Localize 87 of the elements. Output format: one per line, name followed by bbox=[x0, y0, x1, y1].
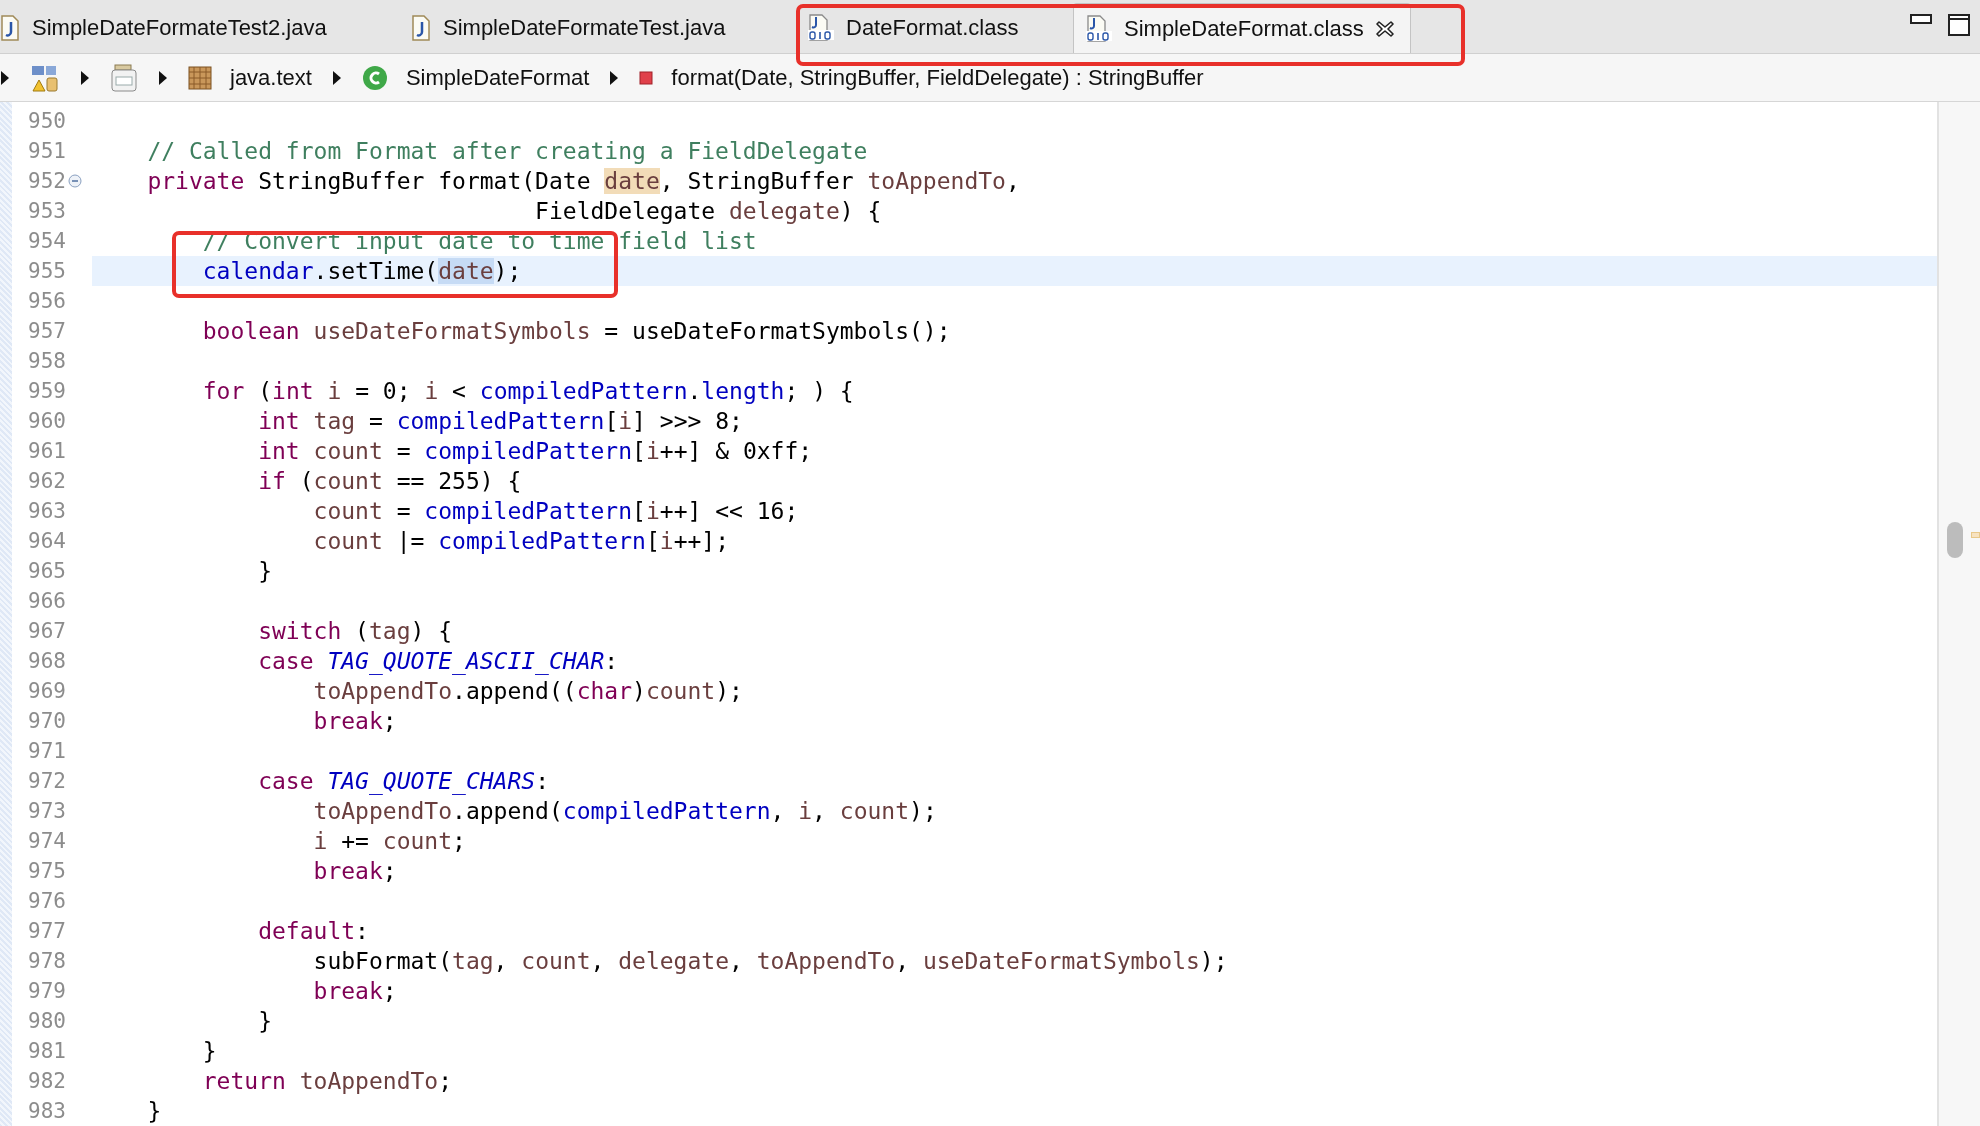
line-number: 979 bbox=[27, 979, 66, 1003]
code-line: count |= compiledPattern[i++]; bbox=[312, 528, 729, 554]
editor-tab[interactable]: DateFormat.class bbox=[790, 3, 1073, 53]
scrollbar-thumb[interactable] bbox=[1947, 522, 1963, 558]
line-number: 978 bbox=[27, 949, 66, 973]
code-line: } bbox=[146, 1098, 162, 1124]
line-number: 977 bbox=[27, 919, 66, 943]
line-number: 955 bbox=[27, 259, 66, 283]
code-line: subFormat(tag, count, delegate, toAppendTo, useDateFormatSymbols); bbox=[312, 948, 1228, 974]
code-line: calendar.setTime(date); bbox=[201, 258, 522, 284]
breadcrumb-item[interactable]: format(Date, StringBuffer, FieldDelegate) : StringBuffer bbox=[671, 64, 1204, 91]
package-icon[interactable] bbox=[188, 65, 212, 90]
code-line: break; bbox=[312, 858, 397, 884]
line-number: 958 bbox=[27, 349, 66, 373]
line-number: 980 bbox=[27, 1009, 66, 1033]
code-line: toAppendTo.append(compiledPattern, i, count); bbox=[312, 798, 937, 824]
code-line: case TAG_QUOTE_ASCII_CHAR: bbox=[257, 648, 619, 674]
line-number: 968 bbox=[27, 649, 66, 673]
line-number: 953 bbox=[27, 199, 66, 223]
line-number: 967 bbox=[27, 619, 66, 643]
line-number: 960 bbox=[27, 409, 66, 433]
class-file-icon bbox=[806, 14, 834, 42]
chevron-right-icon bbox=[80, 69, 90, 86]
editor-tab[interactable]: SimpleDateFormateTest.java bbox=[395, 3, 790, 53]
code-line: } bbox=[201, 1038, 217, 1064]
code-line: // Called from Format after creating a FieldDelegate bbox=[146, 138, 868, 164]
line-number: 981 bbox=[27, 1039, 66, 1063]
line-number: 976 bbox=[27, 889, 66, 913]
class-icon[interactable] bbox=[361, 64, 388, 91]
code-line: toAppendTo.append((char)count); bbox=[312, 678, 743, 704]
line-number: 963 bbox=[27, 499, 66, 523]
code-line: private StringBuffer format(Date date, StringBuffer toAppendTo, bbox=[146, 168, 1020, 194]
chevron-right-icon bbox=[0, 69, 10, 86]
code-line: if (count == 255) { bbox=[257, 468, 522, 494]
editor-tab[interactable]: SimpleDateFormat.class bbox=[1073, 3, 1411, 53]
maximize-icon[interactable] bbox=[1948, 14, 1970, 36]
line-number: 950 bbox=[27, 109, 66, 133]
code-line: int count = compiledPattern[i++] & 0xff; bbox=[257, 438, 813, 464]
java-file-icon bbox=[0, 15, 20, 41]
code-line: break; bbox=[312, 978, 397, 1004]
line-number: 972 bbox=[27, 769, 66, 793]
code-line: } bbox=[257, 1008, 272, 1034]
chevron-right-icon bbox=[609, 69, 620, 86]
line-number: 952 bbox=[27, 169, 66, 193]
line-number: 969 bbox=[27, 679, 66, 703]
breadcrumb-item[interactable]: SimpleDateFormat bbox=[405, 64, 590, 91]
line-number: 962 bbox=[27, 469, 66, 493]
minimize-icon[interactable] bbox=[1910, 14, 1932, 26]
method-icon[interactable] bbox=[639, 70, 654, 85]
code-line: default: bbox=[257, 918, 369, 944]
occurrence-marker[interactable] bbox=[1971, 532, 1980, 538]
code-line: switch (tag) { bbox=[257, 618, 453, 644]
code-line: FieldDelegate delegate) { bbox=[534, 198, 882, 224]
line-number: 956 bbox=[27, 289, 66, 313]
line-number: 957 bbox=[27, 319, 66, 343]
line-number: 974 bbox=[27, 829, 66, 853]
line-number: 951 bbox=[27, 139, 66, 163]
chevron-right-icon bbox=[158, 69, 168, 86]
code-line: i += count; bbox=[312, 828, 466, 854]
code-line: int tag = compiledPattern[i] >>> 8; bbox=[257, 408, 743, 434]
editor-tab[interactable]: SimpleDateFormateTest2.java bbox=[0, 3, 395, 53]
code-line: count = compiledPattern[i++] << 16; bbox=[312, 498, 799, 524]
code-line: break; bbox=[312, 708, 397, 734]
code-line: } bbox=[257, 558, 272, 584]
class-file-icon bbox=[1084, 14, 1112, 43]
line-number: 975 bbox=[27, 859, 66, 883]
code-line: return toAppendTo; bbox=[201, 1068, 453, 1094]
line-number: 964 bbox=[27, 529, 66, 553]
breadcrumb-item[interactable]: java.text bbox=[230, 64, 312, 91]
code-line: boolean useDateFormatSymbols = useDateFormatSymbols(); bbox=[201, 318, 951, 344]
line-number: 959 bbox=[27, 379, 66, 403]
line-number: 954 bbox=[27, 229, 66, 253]
line-number: 973 bbox=[27, 799, 66, 823]
code-line: case TAG_QUOTE_CHARS: bbox=[257, 768, 549, 794]
close-icon[interactable] bbox=[1375, 18, 1396, 39]
jar-icon[interactable] bbox=[110, 62, 138, 93]
line-number: 983 bbox=[27, 1099, 66, 1123]
line-number: 961 bbox=[27, 439, 66, 463]
line-number: 982 bbox=[27, 1069, 66, 1093]
line-number: 966 bbox=[27, 589, 66, 613]
chevron-right-icon bbox=[331, 69, 342, 86]
line-number: 971 bbox=[27, 739, 66, 763]
collapse-icon[interactable] bbox=[68, 174, 82, 188]
line-number: 965 bbox=[27, 559, 66, 583]
code-line: for (int i = 0; i < compiledPattern.length; ) { bbox=[201, 378, 854, 404]
line-number: 970 bbox=[27, 709, 66, 733]
java-file-icon bbox=[411, 15, 431, 41]
